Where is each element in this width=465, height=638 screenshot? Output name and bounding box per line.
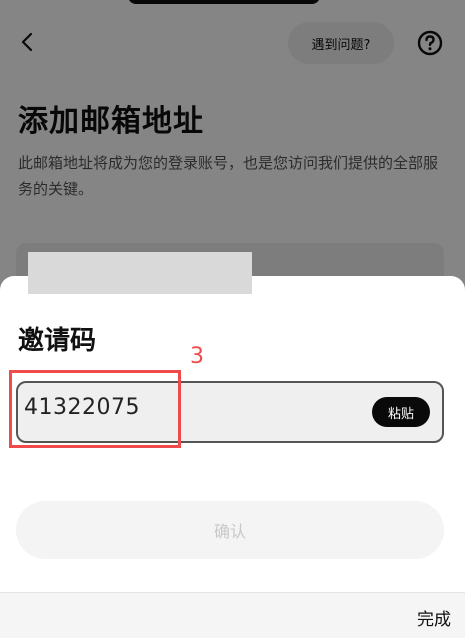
redacted-area: [28, 252, 252, 294]
paste-button-label: 粘贴: [387, 406, 414, 422]
annotation-number: 3: [190, 344, 204, 369]
sheet-title: 邀请码: [18, 326, 97, 356]
paste-button[interactable]: 粘贴: [372, 397, 430, 427]
keyboard-toolbar: 完成: [0, 592, 465, 638]
confirm-button[interactable]: 确认: [16, 501, 444, 559]
done-button[interactable]: 完成: [417, 605, 451, 630]
confirm-button-label: 确认: [213, 522, 246, 541]
annotation-box: [9, 370, 181, 448]
